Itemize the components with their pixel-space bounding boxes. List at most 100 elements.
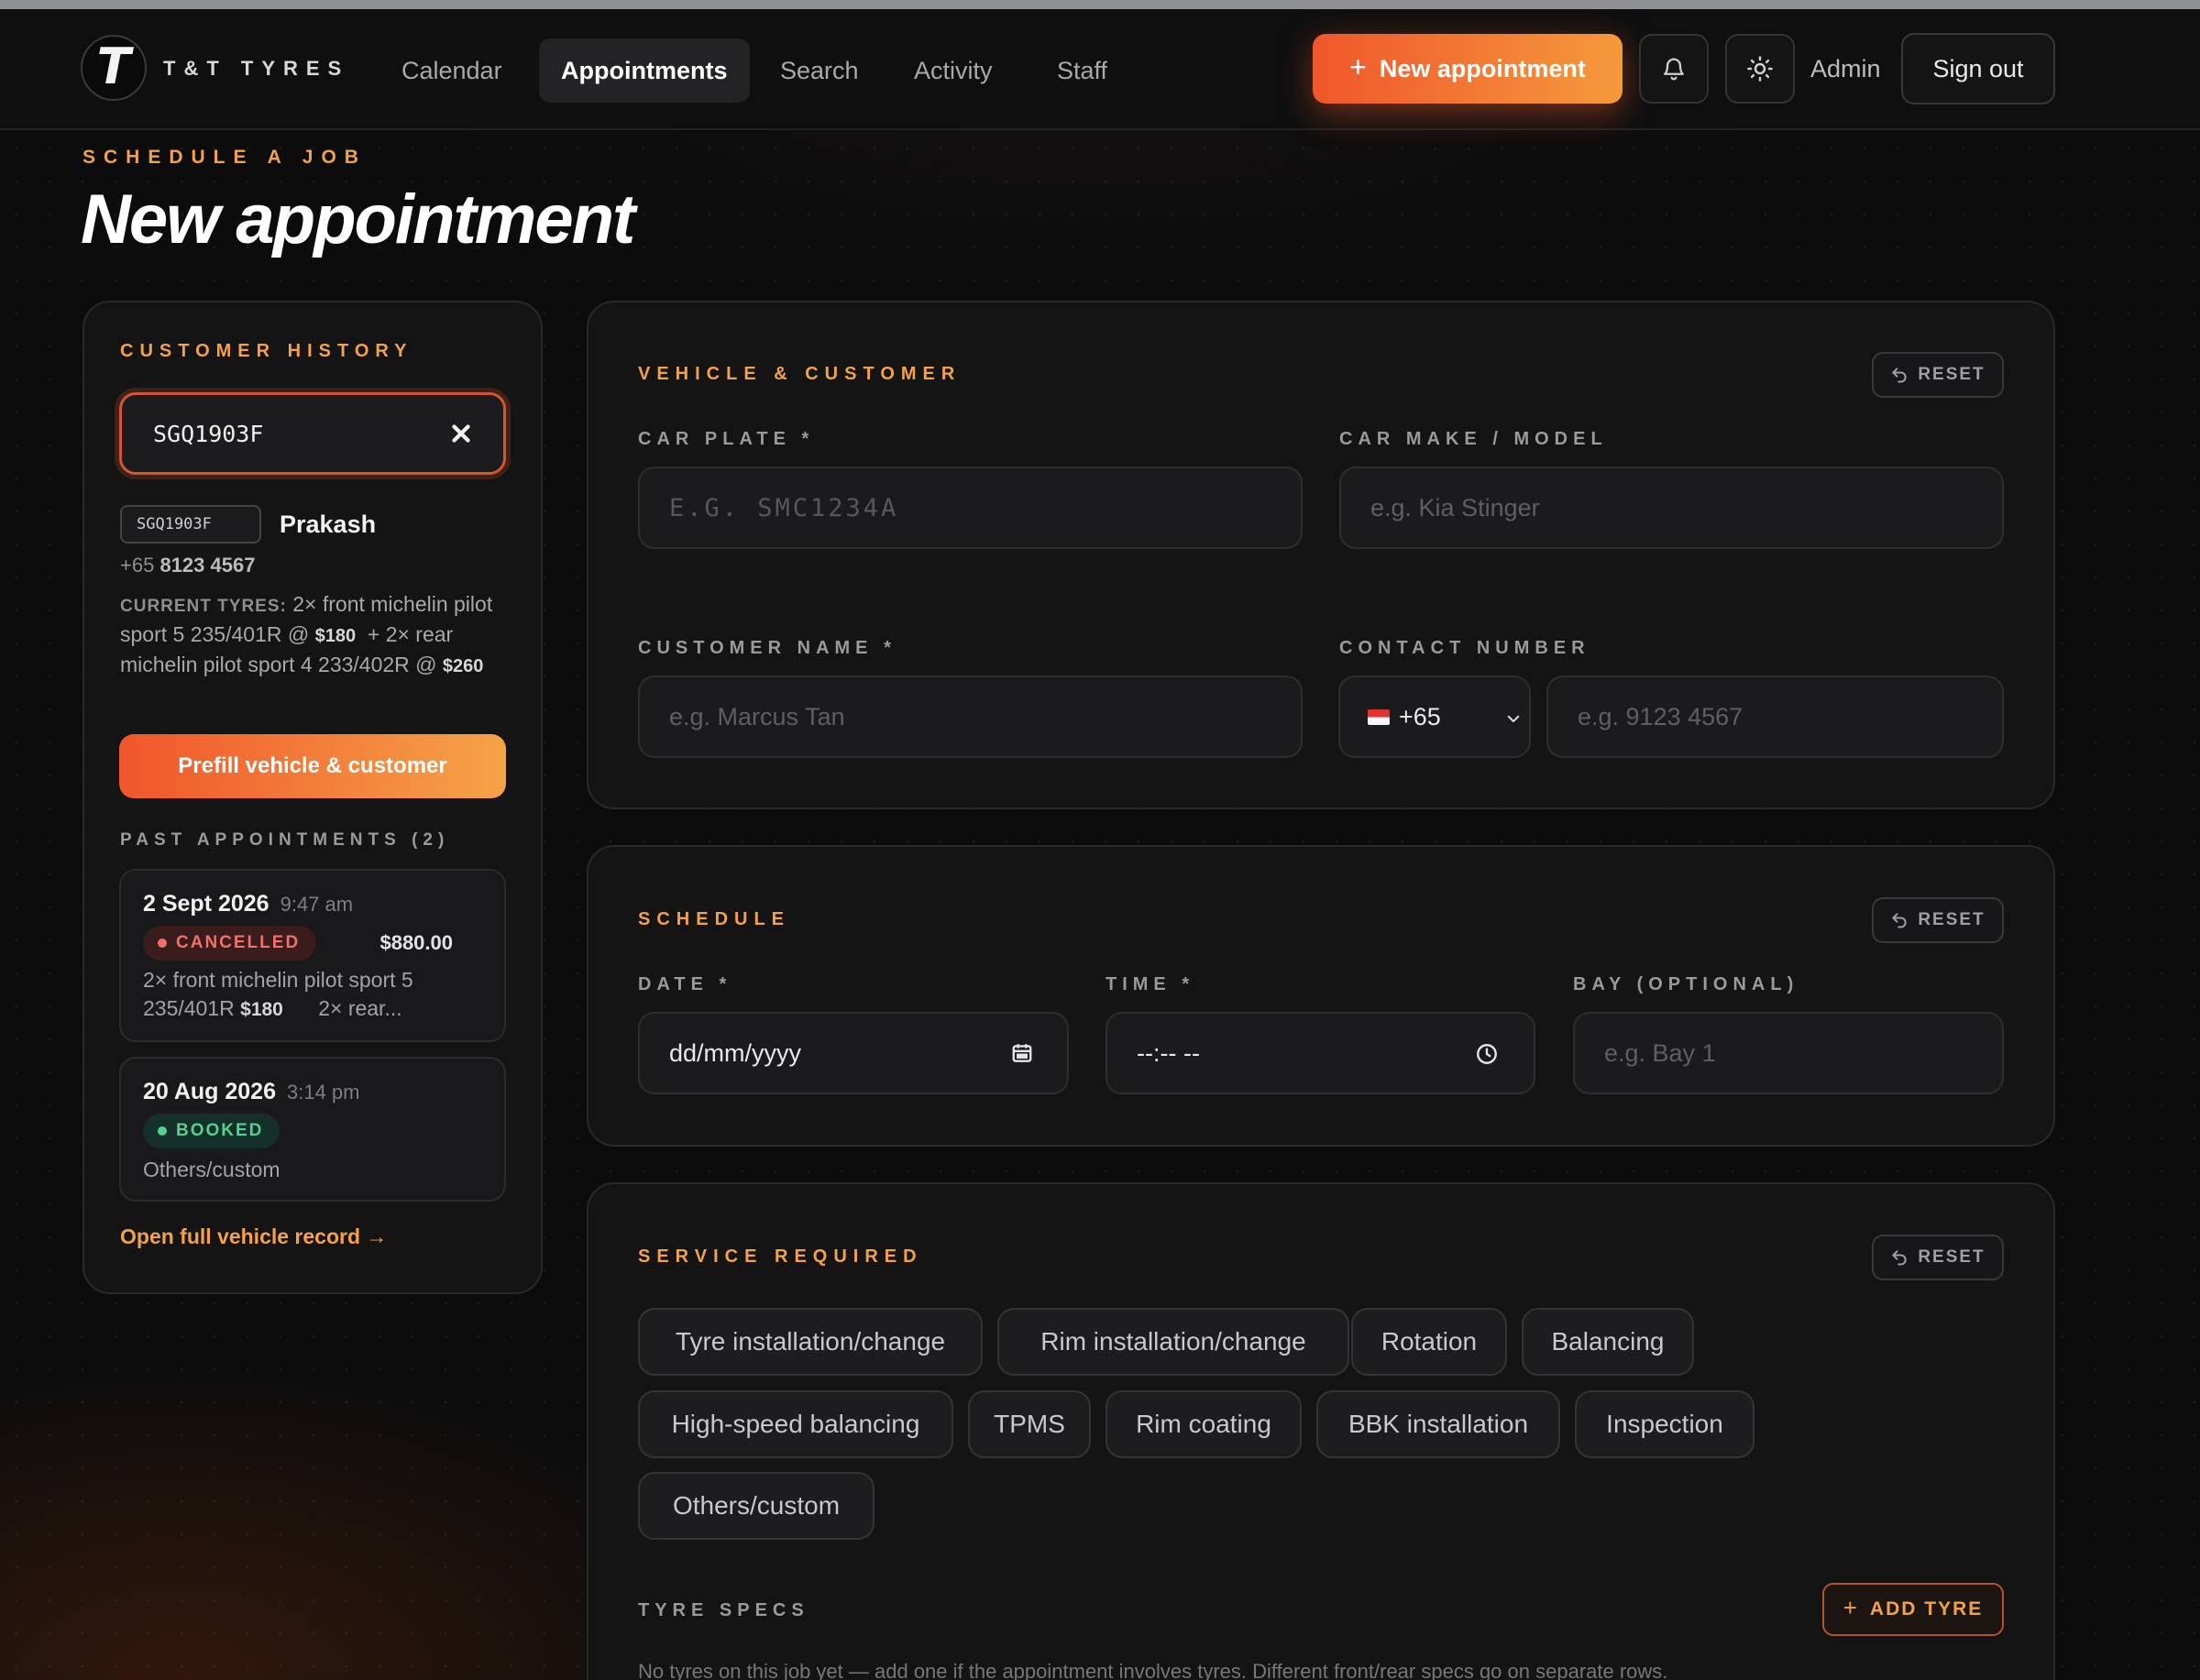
- schedule-reset-button[interactable]: RESET: [1872, 897, 2004, 943]
- date-label: DATE *: [638, 974, 732, 994]
- time-input[interactable]: --:-- --: [1106, 1012, 1535, 1094]
- service-option-rim-coating[interactable]: Rim coating: [1106, 1390, 1302, 1458]
- contact-number-label: CONTACT NUMBER: [1339, 638, 1590, 658]
- current-tyres-front-price: $180: [314, 626, 357, 646]
- service-option-tyre-installation[interactable]: Tyre installation/change: [638, 1308, 983, 1376]
- service-reset-button[interactable]: RESET: [1872, 1235, 2004, 1280]
- reset-label: RESET: [1918, 365, 1986, 384]
- appointment-date-text: 2 Sept 2026: [143, 891, 270, 917]
- appointment-description: Others/custom: [143, 1158, 280, 1181]
- bay-placeholder: e.g. Bay 1: [1604, 1038, 1716, 1067]
- appointment-date: 20 Aug 2026 3:14 pm: [143, 1079, 359, 1105]
- contact-number-placeholder: e.g. 9123 4567: [1578, 702, 1744, 730]
- clear-search-icon[interactable]: [447, 420, 475, 447]
- tyre-specs-heading: TYRE SPECS: [638, 1600, 809, 1620]
- current-tyres-rear-price: $260: [442, 656, 484, 676]
- car-plate-label: CAR PLATE *: [638, 429, 815, 449]
- page-title: New appointment: [81, 181, 635, 258]
- customer-phone-number: 8123 4567: [160, 554, 256, 576]
- car-plate-placeholder: E.G. SMC1234A: [669, 493, 899, 522]
- theme-toggle-button[interactable]: [1725, 34, 1795, 104]
- current-tyres-caption: CURRENT TYRES:: [120, 597, 287, 616]
- customer-name: Prakash: [280, 511, 377, 538]
- status-dot: [158, 939, 167, 948]
- brand-name: T&T TYRES: [163, 57, 350, 80]
- appointment-desc-rear: 2× rear...: [318, 996, 402, 1020]
- vehicle-reset-button[interactable]: RESET: [1872, 352, 2004, 398]
- bell-icon: [1664, 58, 1684, 81]
- top-navbar: T T&T TYRES Calendar Appointments Search…: [0, 9, 2200, 130]
- bay-label: BAY (OPTIONAL): [1573, 974, 1799, 994]
- logo-letter: T: [96, 38, 131, 95]
- appointment-time: 3:14 pm: [286, 1081, 360, 1104]
- past-appointment-card[interactable]: 20 Aug 2026 3:14 pm BOOKED Others/custom: [119, 1057, 506, 1202]
- service-option-rim-installation[interactable]: Rim installation/change: [997, 1308, 1349, 1376]
- new-appointment-button[interactable]: + New appointment: [1313, 34, 1622, 104]
- nav-staff[interactable]: Staff: [1035, 38, 1129, 103]
- time-placeholder: --:-- --: [1137, 1038, 1200, 1067]
- nav-search[interactable]: Search: [758, 38, 881, 103]
- service-option-inspection[interactable]: Inspection: [1575, 1390, 1754, 1458]
- plus-icon: +: [1349, 50, 1367, 83]
- time-label: TIME *: [1106, 974, 1195, 994]
- appointment-desc-price: $180: [240, 999, 283, 1020]
- customer-name-label: CUSTOMER NAME *: [638, 638, 896, 658]
- schedule-card: [587, 845, 2055, 1147]
- appointment-date: 2 Sept 2026 9:47 am: [143, 891, 353, 917]
- service-option-others-custom[interactable]: Others/custom: [638, 1472, 874, 1540]
- new-appointment-label: New appointment: [1379, 54, 1586, 82]
- undo-icon: [1892, 913, 1907, 928]
- service-heading: SERVICE REQUIRED: [638, 1246, 923, 1267]
- country-code-select[interactable]: +65: [1338, 675, 1531, 758]
- appointment-time: 9:47 am: [280, 893, 354, 916]
- customer-name-input[interactable]: e.g. Marcus Tan: [638, 675, 1303, 758]
- schedule-heading: SCHEDULE: [638, 909, 791, 929]
- car-plate-input[interactable]: E.G. SMC1234A: [638, 467, 1303, 549]
- customer-plate-tag: SGQ1903F: [120, 505, 261, 544]
- customer-phone: +65 8123 4567: [120, 554, 255, 577]
- tyre-empty-note: No tyres on this job yet — add one if th…: [638, 1660, 1668, 1680]
- bay-input[interactable]: e.g. Bay 1: [1573, 1012, 2004, 1094]
- customer-phone-prefix: +65: [120, 554, 155, 576]
- service-option-high-speed-balancing[interactable]: High-speed balancing: [638, 1390, 953, 1458]
- status-text: BOOKED: [176, 1121, 264, 1140]
- date-placeholder: dd/mm/yyyy: [669, 1038, 802, 1067]
- service-option-tpms[interactable]: TPMS: [968, 1390, 1091, 1458]
- car-make-input[interactable]: e.g. Kia Stinger: [1339, 467, 2004, 549]
- nav-appointments[interactable]: Appointments: [539, 38, 750, 103]
- clock-icon: [1477, 1044, 1497, 1064]
- admin-label: Admin: [1810, 55, 1881, 82]
- sign-out-button[interactable]: Sign out: [1901, 33, 2055, 104]
- date-input[interactable]: dd/mm/yyyy: [638, 1012, 1069, 1094]
- window-top-strip: [0, 0, 2200, 9]
- service-option-rotation[interactable]: Rotation: [1351, 1308, 1507, 1376]
- plus-icon: +: [1842, 1594, 1859, 1621]
- status-badge-booked: BOOKED: [143, 1114, 280, 1148]
- open-vehicle-record-link[interactable]: Open full vehicle record →: [120, 1224, 387, 1249]
- appointment-date-text: 20 Aug 2026: [143, 1079, 276, 1104]
- appointment-amount: $880.00: [380, 931, 453, 954]
- vehicle-customer-heading: VEHICLE & CUSTOMER: [638, 364, 962, 384]
- status-text: CANCELLED: [176, 933, 301, 952]
- add-tyre-label: ADD TYRE: [1869, 1598, 1984, 1620]
- notifications-button[interactable]: [1639, 34, 1709, 104]
- chevron-down-icon: [1507, 715, 1520, 722]
- current-tyres: CURRENT TYRES: 2× front michelin pilot s…: [120, 590, 514, 681]
- nav-calendar[interactable]: Calendar: [380, 38, 524, 103]
- reset-label: RESET: [1918, 1247, 1986, 1267]
- service-option-balancing[interactable]: Balancing: [1522, 1308, 1694, 1376]
- sun-icon: [1747, 56, 1773, 82]
- undo-icon: [1892, 368, 1907, 383]
- contact-number-input[interactable]: e.g. 9123 4567: [1546, 675, 2004, 758]
- service-option-bbk-installation[interactable]: BBK installation: [1316, 1390, 1560, 1458]
- add-tyre-button[interactable]: + ADD TYRE: [1822, 1583, 2004, 1636]
- reset-label: RESET: [1918, 910, 1986, 929]
- status-dot: [158, 1126, 167, 1136]
- nav-activity[interactable]: Activity: [892, 38, 1015, 103]
- prefill-button[interactable]: Prefill vehicle & customer: [119, 734, 506, 798]
- brand-logo[interactable]: T: [81, 35, 147, 101]
- customer-name-placeholder: e.g. Marcus Tan: [669, 702, 845, 730]
- history-search-value: SGQ1903F: [153, 420, 264, 447]
- past-appointment-card[interactable]: 2 Sept 2026 9:47 am CANCELLED $880.00 2× …: [119, 869, 506, 1042]
- appointment-description: 2× front michelin pilot sport 5 235/401R…: [143, 966, 446, 1024]
